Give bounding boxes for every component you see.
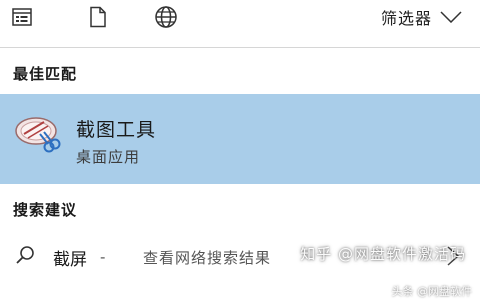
toolbar: 筛选器 xyxy=(0,0,480,36)
app-type: 桌面应用 xyxy=(76,148,141,166)
chevron-down-icon xyxy=(440,11,462,23)
search-icon xyxy=(16,246,34,264)
document-icon[interactable] xyxy=(84,4,112,30)
globe-icon[interactable] xyxy=(152,4,180,30)
suggestions-heading: 搜索建议 xyxy=(13,201,78,219)
apps-icon[interactable] xyxy=(8,4,36,30)
best-match-heading: 最佳匹配 xyxy=(13,65,78,83)
toolbar-divider xyxy=(0,47,480,48)
filter-dropdown[interactable]: 筛选器 xyxy=(381,5,462,29)
suggestion-description: 查看网络搜索结果 xyxy=(143,249,272,267)
suggestion-term: 截屏 xyxy=(53,250,87,270)
best-match-result[interactable]: 截图工具 桌面应用 xyxy=(0,94,480,184)
filter-label: 筛选器 xyxy=(380,9,432,28)
watermark-subtext: 头条 @网盘软件 xyxy=(391,285,473,298)
suggestion-separator: - xyxy=(100,248,106,266)
app-name: 截图工具 xyxy=(76,119,157,141)
snipping-tool-icon xyxy=(15,117,61,153)
watermark-text: 知乎 @网盘软件激活码 xyxy=(300,245,466,263)
